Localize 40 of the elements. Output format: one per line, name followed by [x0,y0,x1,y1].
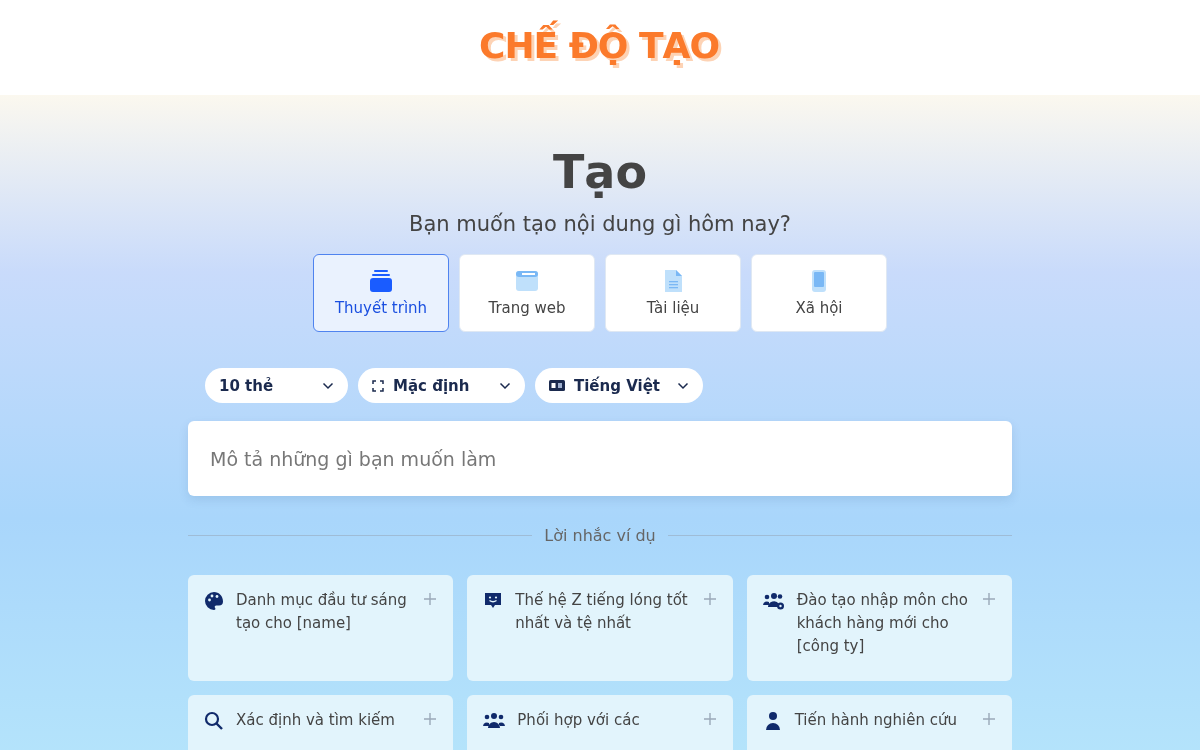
dropdown[interactable]: Mặc định [358,368,525,404]
example-prompt-text: Xác định và tìm kiếm [236,710,396,732]
example-prompt-card[interactable]: Danh mục đầu tư sáng tạo cho [name] [188,575,454,682]
plus-icon[interactable] [982,592,996,607]
chevron-down-icon [499,381,511,390]
example-prompt-text: Phối hợp với các [517,710,641,732]
dropdown[interactable]: 10 thẻ [205,368,348,404]
heading: Tạo [553,145,647,201]
dropdown[interactable]: Tiếng Việt [535,368,703,404]
mode-tab[interactable]: Trang web [459,254,595,333]
mode-tab[interactable]: Xã hội [751,254,887,333]
search-icon [204,711,224,732]
team-gear-icon [762,591,785,612]
page-title: CHẾ ĐỘ TẠO [475,17,725,78]
example-prompt-card[interactable]: Xác định và tìm kiếm [188,695,454,750]
example-prompt-text: Tiến hành nghiên cứu [794,710,958,732]
frame-icon [372,379,384,392]
example-prompt-text: Danh mục đầu tư sáng tạo cho [name] [236,590,408,635]
mode-tab[interactable]: Tài liệu [605,254,741,333]
language-icon [549,380,565,392]
example-prompt-card[interactable]: Thế hệ Z tiếng lóng tốt nhất và tệ nhất [467,575,733,682]
stack-icon [369,269,393,294]
chevron-down-icon [322,381,334,390]
mode-tab[interactable]: Thuyết trình [313,254,449,333]
browser-window-icon [515,269,539,294]
plus-icon[interactable] [702,592,717,607]
example-prompt-text: Đào tạo nhập môn cho khách hàng mới cho [công ty] [796,590,969,658]
plus-icon[interactable] [423,592,438,607]
prompt-input[interactable]: Mô tả những gì bạn muốn làm [188,421,1012,497]
section-label: Lời nhắc ví dụ [544,526,656,546]
example-prompt-card[interactable]: Phối hợp với các [467,695,733,750]
plus-icon[interactable] [982,712,996,727]
plus-icon[interactable] [423,712,438,727]
chevron-down-icon [677,381,689,390]
example-prompt-card[interactable]: Tiến hành nghiên cứu [746,695,1012,750]
plus-icon[interactable] [702,712,717,727]
palette-icon [204,591,224,612]
example-prompt-card[interactable]: Đào tạo nhập môn cho khách hàng mới cho [công ty] [746,575,1012,682]
example-prompt-text: Thế hệ Z tiếng lóng tốt nhất và tệ nhất [515,590,689,635]
subtitle: Bạn muốn tạo nội dung gì hôm nay? [409,212,791,237]
